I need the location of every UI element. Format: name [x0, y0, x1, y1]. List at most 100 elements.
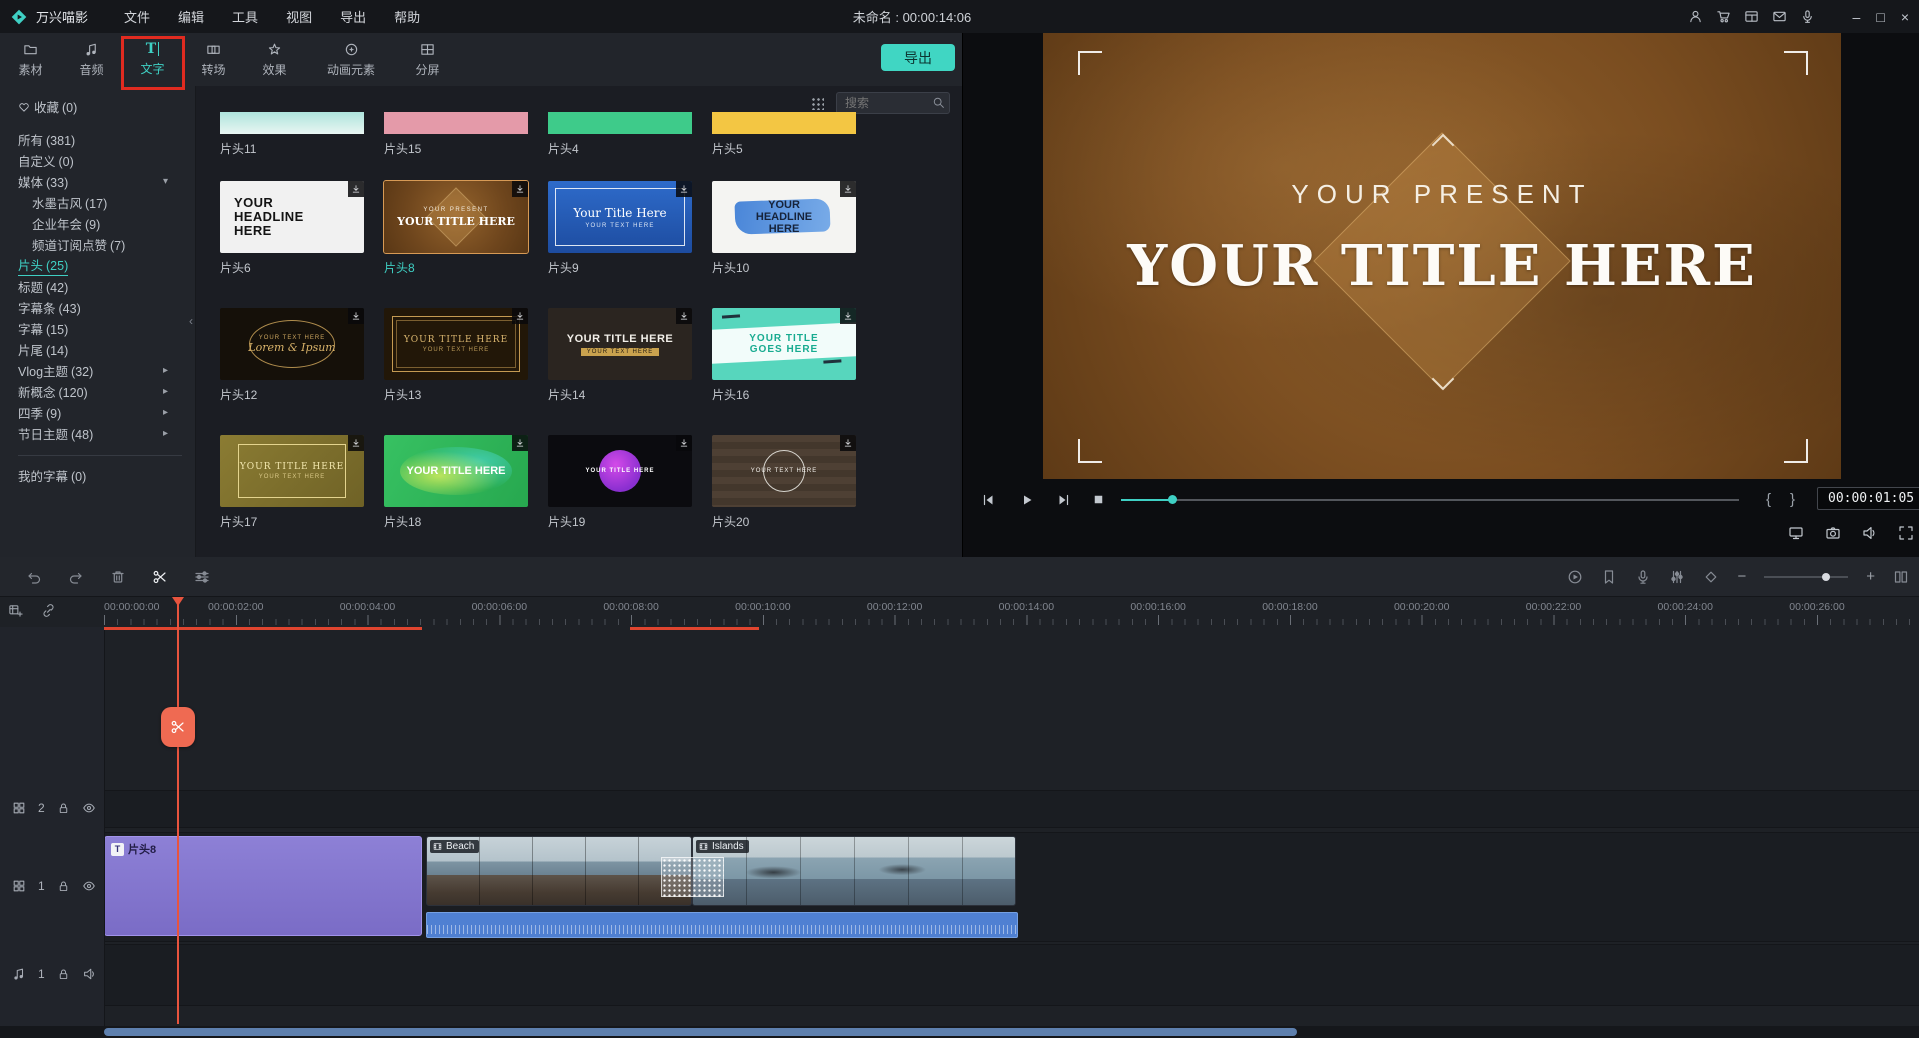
- mark-out-icon[interactable]: }: [1790, 491, 1795, 508]
- sidebar-item[interactable]: 片尾(14): [18, 341, 182, 358]
- export-button[interactable]: 导出: [881, 44, 955, 71]
- template-thumbnail[interactable]: YOUR TITLE GOES HERE: [712, 308, 856, 380]
- search-icon[interactable]: [932, 96, 945, 109]
- template-thumbnail[interactable]: [384, 112, 528, 134]
- template-thumbnail[interactable]: YOUR TEXT HERE Lorem & Ipsum: [220, 308, 364, 380]
- template-thumbnail[interactable]: YOUR TITLE HERE YOUR TEXT HERE: [548, 308, 692, 380]
- close-button[interactable]: ×: [1901, 9, 1909, 25]
- download-icon[interactable]: [512, 435, 528, 451]
- overlay-title-text[interactable]: YOUR TITLE HERE: [1043, 233, 1841, 299]
- overlay-subtitle-text[interactable]: YOUR PRESENT: [1043, 179, 1841, 210]
- chevron-icon[interactable]: ▾: [163, 176, 168, 187]
- adjust-sliders-icon[interactable]: [194, 569, 210, 585]
- sidebar-item[interactable]: 标题(42): [18, 278, 182, 295]
- video-track-2-lane[interactable]: [0, 790, 1919, 828]
- template-thumbnail[interactable]: YOUR TITLE HERE YOUR TEXT HERE: [220, 435, 364, 507]
- maximize-button[interactable]: □: [1876, 9, 1884, 25]
- template-thumbnail[interactable]: Your Title Here YOUR TEXT HERE: [548, 181, 692, 253]
- voiceover-icon[interactable]: [1800, 9, 1815, 24]
- download-icon[interactable]: [348, 435, 364, 451]
- playback-slider-knob[interactable]: [1168, 495, 1177, 504]
- crop-corner-handle[interactable]: [1784, 51, 1808, 75]
- snapshot-camera-icon[interactable]: [1825, 525, 1841, 541]
- previous-frame-button[interactable]: [980, 492, 996, 508]
- playhead-scissors-handle[interactable]: [161, 707, 195, 747]
- sidebar-item[interactable]: 新概念(120) ▸: [18, 383, 182, 400]
- sidebar-item[interactable]: 企业年会(9): [18, 215, 196, 232]
- record-voiceover-icon[interactable]: [1635, 569, 1651, 585]
- chevron-icon[interactable]: ▸: [163, 365, 168, 376]
- download-icon[interactable]: [840, 181, 856, 197]
- crop-corner-handle[interactable]: [1078, 51, 1102, 75]
- zoom-slider-knob[interactable]: [1822, 573, 1830, 581]
- transition-overlay[interactable]: [661, 857, 724, 897]
- tab-transitions[interactable]: 转场: [183, 42, 244, 78]
- sidebar-item[interactable]: 字幕(15): [18, 320, 182, 337]
- minimize-button[interactable]: –: [1853, 9, 1861, 25]
- fit-timeline-icon[interactable]: [1893, 569, 1909, 585]
- lock-icon[interactable]: [57, 968, 70, 981]
- menu-item[interactable]: 导出: [340, 7, 366, 26]
- manage-tracks-icon[interactable]: [8, 603, 23, 618]
- template-thumbnail[interactable]: YOUR PRESENT YOUR TITLE HERE: [384, 181, 528, 253]
- tab-audio[interactable]: 音频: [61, 42, 122, 78]
- store-icon[interactable]: [1716, 9, 1731, 24]
- lock-icon[interactable]: [57, 880, 70, 893]
- account-icon[interactable]: [1688, 9, 1703, 24]
- video-clip[interactable]: Beach: [426, 836, 692, 906]
- scrollbar-thumb[interactable]: [104, 1028, 1297, 1036]
- sidebar-item[interactable]: 频道订阅点赞(7): [18, 236, 196, 253]
- chevron-icon[interactable]: ▸: [163, 386, 168, 397]
- sidebar-item[interactable]: 字幕条(43): [18, 299, 182, 316]
- tab-media[interactable]: 素材: [0, 42, 61, 78]
- split-scissors-icon[interactable]: [152, 569, 168, 585]
- sidebar-item[interactable]: 收藏(0): [18, 98, 182, 115]
- template-thumbnail[interactable]: YOUR TITLE HERE: [548, 435, 692, 507]
- eye-icon[interactable]: [82, 801, 96, 815]
- marker-icon[interactable]: [1601, 569, 1617, 585]
- tab-elements[interactable]: 动画元素: [305, 42, 397, 78]
- eye-icon[interactable]: [82, 879, 96, 893]
- template-thumbnail[interactable]: [712, 112, 856, 134]
- sidebar-item[interactable]: Vlog主题(32) ▸: [18, 362, 182, 379]
- next-frame-button[interactable]: [1056, 492, 1072, 508]
- fullscreen-icon[interactable]: [1898, 525, 1914, 541]
- video-clip[interactable]: Islands: [692, 836, 1016, 906]
- undo-icon[interactable]: [26, 569, 42, 585]
- tab-splitscreen[interactable]: 分屏: [397, 42, 458, 78]
- sidebar-item[interactable]: 片头(25): [18, 257, 182, 274]
- template-thumbnail[interactable]: [220, 112, 364, 134]
- tab-effects[interactable]: 效果: [244, 42, 305, 78]
- sidebar-item[interactable]: 媒体(33) ▾: [18, 173, 182, 190]
- redo-icon[interactable]: [68, 569, 84, 585]
- audio-clip[interactable]: [426, 912, 1018, 938]
- template-thumbnail[interactable]: YOUR HEADLINE HERE: [220, 181, 364, 253]
- timeline-ruler[interactable]: 00:00:00:00 00:00:02:00 00:00:04:00 00:0…: [0, 596, 1919, 627]
- template-thumbnail[interactable]: YOUR TITLE HERE YOUR TEXT HERE: [384, 308, 528, 380]
- zoom-out-icon[interactable]: −: [1737, 568, 1746, 585]
- feedback-mail-icon[interactable]: [1772, 9, 1787, 24]
- timeline-zoom-slider[interactable]: [1764, 576, 1848, 578]
- timeline-scrollbar[interactable]: [0, 1026, 1919, 1038]
- preview-viewport[interactable]: YOUR PRESENT YOUR TITLE HERE: [1043, 33, 1841, 479]
- download-icon[interactable]: [512, 308, 528, 324]
- template-thumbnail[interactable]: YOUR HEADLINE HERE: [712, 181, 856, 253]
- lock-icon[interactable]: [57, 802, 70, 815]
- crop-corner-handle[interactable]: [1784, 439, 1808, 463]
- playhead-line[interactable]: [177, 601, 179, 1024]
- download-icon[interactable]: [676, 181, 692, 197]
- layout-icon[interactable]: [1744, 9, 1759, 24]
- playback-slider[interactable]: [1121, 499, 1739, 501]
- template-thumbnail[interactable]: [548, 112, 692, 134]
- download-icon[interactable]: [840, 435, 856, 451]
- download-icon[interactable]: [348, 308, 364, 324]
- chevron-icon[interactable]: ▸: [163, 428, 168, 439]
- crop-corner-handle[interactable]: [1078, 439, 1102, 463]
- audio-mixer-icon[interactable]: [1669, 569, 1685, 585]
- speaker-icon[interactable]: [82, 967, 96, 981]
- tab-text[interactable]: T文字: [122, 42, 183, 77]
- timeline-tracks-area[interactable]: T片头8 Beach Islands 2 1: [0, 627, 1919, 1026]
- keyframe-icon[interactable]: [1703, 569, 1719, 585]
- sidebar-item[interactable]: 节日主题(48) ▸: [18, 425, 182, 442]
- template-thumbnail[interactable]: YOUR TITLE HERE: [384, 435, 528, 507]
